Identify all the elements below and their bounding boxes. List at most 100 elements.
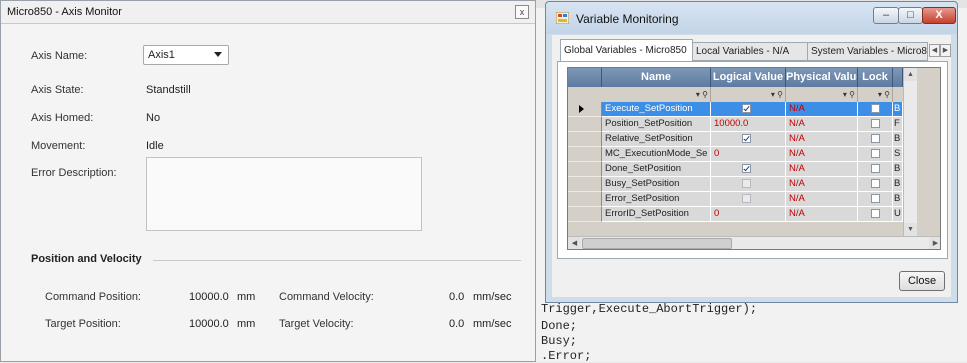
lock-checkbox[interactable] (871, 134, 880, 143)
extra-column-cell[interactable]: F (893, 117, 903, 132)
variable-name-cell[interactable]: Execute_SetPosition (602, 102, 711, 117)
logical-value-cell[interactable] (711, 162, 786, 177)
lock-checkbox[interactable] (871, 194, 880, 203)
table-row[interactable]: Relative_SetPosition N/A B (568, 132, 940, 147)
extra-column-cell[interactable]: U (893, 207, 903, 222)
lock-checkbox[interactable] (871, 164, 880, 173)
tab-local-variables[interactable]: Local Variables - N/A (692, 42, 808, 61)
filter-lock-icon[interactable]: ▾ ⚲ (858, 87, 893, 102)
logical-value-cell[interactable] (711, 177, 786, 192)
logical-value-checkbox[interactable] (742, 104, 751, 113)
variable-name-cell[interactable]: Relative_SetPosition (602, 132, 711, 147)
logical-value-checkbox[interactable] (742, 134, 751, 143)
lock-checkbox[interactable] (871, 179, 880, 188)
lock-checkbox[interactable] (871, 209, 880, 218)
variable-name-cell[interactable]: Position_SetPosition (602, 117, 711, 132)
row-selector[interactable] (568, 192, 602, 207)
table-row[interactable]: Position_SetPosition 10000.0 N/A F (568, 117, 940, 132)
axis-monitor-titlebar[interactable]: Micro850 - Axis Monitor x (1, 1, 535, 24)
table-row[interactable]: MC_ExecutionMode_Se 0 N/A S (568, 147, 940, 162)
tab-scroll-left-icon[interactable]: ◀ (929, 44, 940, 57)
close-button[interactable]: Close (899, 271, 945, 291)
row-selector[interactable] (568, 102, 602, 117)
row-selector[interactable] (568, 132, 602, 147)
extra-column-cell[interactable]: B (893, 102, 903, 117)
row-selector[interactable] (568, 162, 602, 177)
logical-value-cell[interactable] (711, 132, 786, 147)
scroll-right-icon[interactable]: ▶ (929, 237, 940, 249)
logical-value-cell[interactable]: 0 (711, 147, 786, 162)
physical-value-cell[interactable]: N/A (786, 177, 858, 192)
lock-cell[interactable] (858, 102, 893, 117)
maximize-button[interactable]: □ (898, 7, 923, 24)
horizontal-scroll-thumb[interactable] (582, 238, 732, 249)
tab-global-variables[interactable]: Global Variables - Micro850 (560, 39, 693, 62)
variable-name-cell[interactable]: Error_SetPosition (602, 192, 711, 207)
physical-value-cell[interactable]: N/A (786, 162, 858, 177)
lock-cell[interactable] (858, 192, 893, 207)
lock-checkbox[interactable] (871, 119, 880, 128)
lock-checkbox[interactable] (871, 104, 880, 113)
physical-value-cell[interactable]: N/A (786, 192, 858, 207)
axis-state-label: Axis State: (31, 84, 84, 96)
logical-value-checkbox[interactable] (742, 194, 751, 203)
scroll-left-icon[interactable]: ◀ (568, 237, 581, 249)
scroll-down-icon[interactable]: ▼ (904, 223, 917, 236)
physical-value-cell[interactable]: N/A (786, 117, 858, 132)
variable-monitoring-titlebar[interactable]: Variable Monitoring – □ X (546, 2, 957, 34)
scroll-up-icon[interactable]: ▲ (904, 68, 917, 81)
column-header-name[interactable]: Name (602, 68, 711, 87)
row-selector[interactable] (568, 207, 602, 222)
column-header-physical-value[interactable]: Physical Value (786, 68, 858, 87)
logical-value-cell[interactable] (711, 192, 786, 207)
filter-name-icon[interactable]: ▾ ⚲ (602, 87, 711, 102)
extra-column-cell[interactable]: B (893, 162, 903, 177)
variable-name-cell[interactable]: Done_SetPosition (602, 162, 711, 177)
table-row[interactable]: Done_SetPosition N/A B (568, 162, 940, 177)
tab-system-variables[interactable]: System Variables - Micro850 (807, 42, 928, 61)
extra-column-cell[interactable]: S (893, 147, 903, 162)
grid-vertical-scrollbar[interactable]: ▲ ▼ (903, 68, 917, 236)
lock-cell[interactable] (858, 177, 893, 192)
variable-name-cell[interactable]: Busy_SetPosition (602, 177, 711, 192)
physical-value-cell[interactable]: N/A (786, 147, 858, 162)
lock-cell[interactable] (858, 162, 893, 177)
row-selector[interactable] (568, 117, 602, 132)
lock-checkbox[interactable] (871, 149, 880, 158)
logical-value-checkbox[interactable] (742, 179, 751, 188)
axis-monitor-close-icon[interactable]: x (515, 5, 529, 19)
extra-column-cell[interactable]: B (893, 132, 903, 147)
logical-value-cell[interactable]: 0 (711, 207, 786, 222)
variable-name-cell[interactable]: ErrorID_SetPosition (602, 207, 711, 222)
tab-scroll-right-icon[interactable]: ▶ (940, 44, 951, 57)
table-row[interactable]: Busy_SetPosition N/A B (568, 177, 940, 192)
lock-cell[interactable] (858, 132, 893, 147)
axis-homed-value: No (146, 112, 161, 124)
column-header-lock[interactable]: Lock (858, 68, 893, 87)
column-header-logical-value[interactable]: Logical Value (711, 68, 786, 87)
physical-value-cell[interactable]: N/A (786, 102, 858, 117)
lock-cell[interactable] (858, 117, 893, 132)
table-row[interactable]: ErrorID_SetPosition 0 N/A U (568, 207, 940, 222)
variable-name-cell[interactable]: MC_ExecutionMode_Se (602, 147, 711, 162)
lock-cell[interactable] (858, 207, 893, 222)
grid-horizontal-scrollbar[interactable]: ◀ ▶ (568, 236, 940, 249)
logical-value-cell[interactable] (711, 102, 786, 117)
table-row[interactable]: Error_SetPosition N/A B (568, 192, 940, 207)
axis-name-dropdown[interactable]: Axis1 (143, 45, 229, 65)
close-window-button[interactable]: X (922, 7, 956, 24)
extra-column-cell[interactable]: B (893, 192, 903, 207)
logical-value-checkbox[interactable] (742, 164, 751, 173)
minimize-button[interactable]: – (873, 7, 899, 24)
physical-value-cell[interactable]: N/A (786, 207, 858, 222)
row-selector[interactable] (568, 177, 602, 192)
row-selector[interactable] (568, 147, 602, 162)
filter-physical-icon[interactable]: ▾ ⚲ (786, 87, 858, 102)
filter-logical-icon[interactable]: ▾ ⚲ (711, 87, 786, 102)
axis-monitor-title: Micro850 - Axis Monitor (7, 6, 122, 18)
table-row[interactable]: Execute_SetPosition N/A B (568, 102, 940, 117)
extra-column-cell[interactable]: B (893, 177, 903, 192)
lock-cell[interactable] (858, 147, 893, 162)
logical-value-cell[interactable]: 10000.0 (711, 117, 786, 132)
physical-value-cell[interactable]: N/A (786, 132, 858, 147)
